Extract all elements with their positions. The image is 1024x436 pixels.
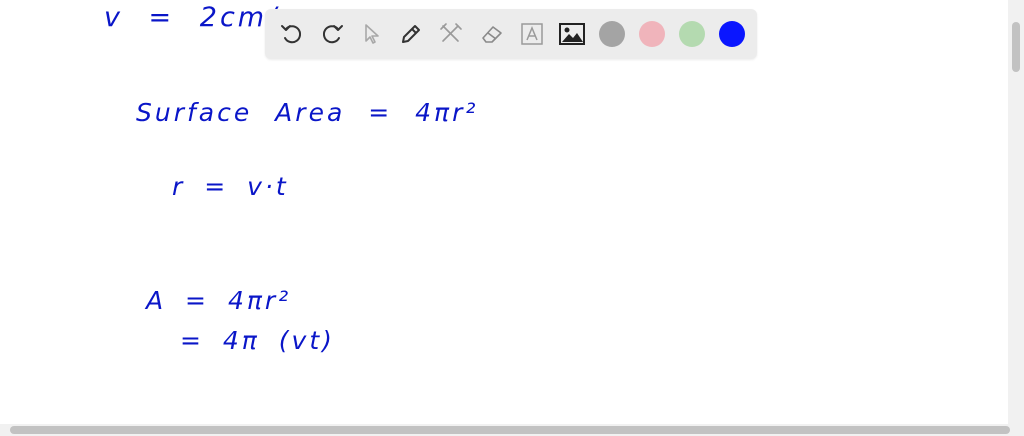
eraser-icon[interactable]: [477, 19, 507, 49]
image-icon[interactable]: [557, 19, 587, 49]
horizontal-scroll-thumb[interactable]: [10, 426, 1010, 434]
tools-icon[interactable]: [436, 19, 466, 49]
undo-icon[interactable]: [277, 19, 307, 49]
redo-icon[interactable]: [317, 19, 347, 49]
note-area: A = 4πr²: [146, 286, 292, 315]
color-swatch-blue[interactable]: [719, 21, 745, 47]
pen-icon[interactable]: [396, 19, 426, 49]
text-icon[interactable]: [517, 19, 547, 49]
drawing-canvas[interactable]: v = 2cm/s Surface Area = 4πr² r = v·t A …: [0, 0, 1008, 424]
note-area-substituted: = 4π (vt): [180, 326, 335, 355]
horizontal-scrollbar[interactable]: [0, 424, 1024, 436]
color-swatch-gray[interactable]: [599, 21, 625, 47]
vertical-scrollbar[interactable]: [1008, 0, 1024, 424]
color-swatch-green[interactable]: [679, 21, 705, 47]
vertical-scroll-thumb[interactable]: [1012, 22, 1020, 72]
note-surface-area: Surface Area = 4πr²: [136, 98, 479, 127]
color-swatch-pink[interactable]: [639, 21, 665, 47]
note-radius: r = v·t: [172, 172, 289, 201]
drawing-toolbar: [265, 9, 757, 59]
pointer-icon[interactable]: [357, 19, 387, 49]
